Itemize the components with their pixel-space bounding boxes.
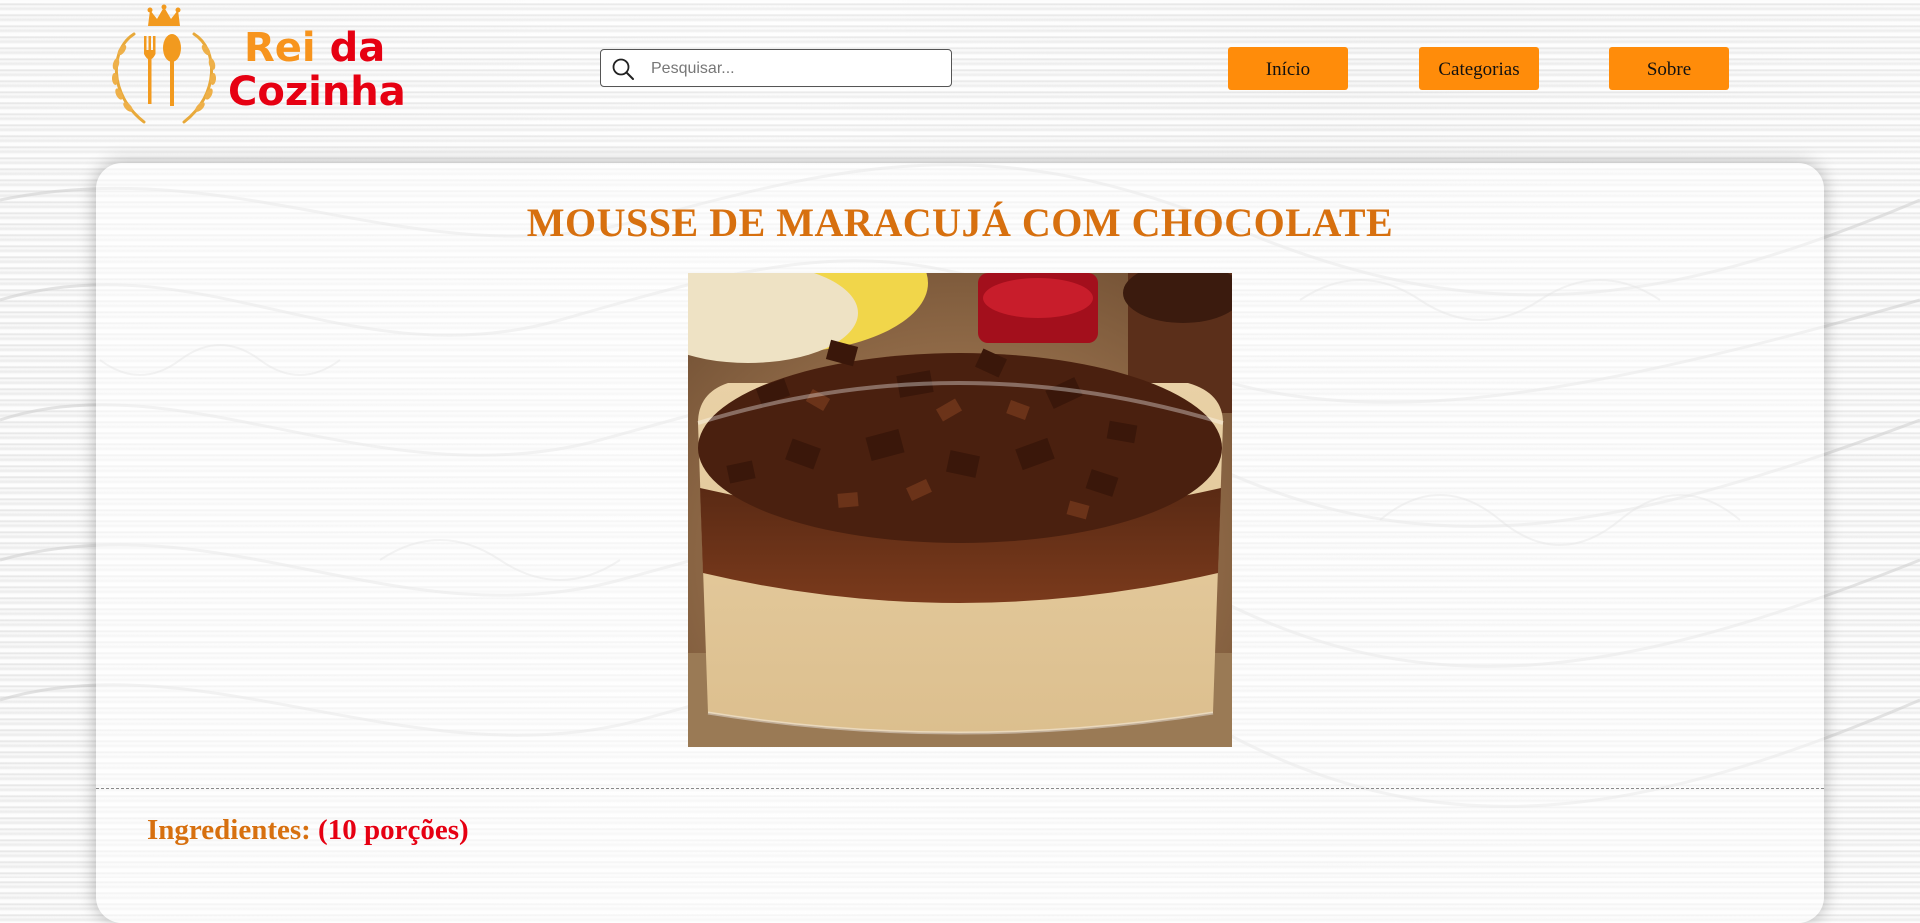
logo-word-cozinha: Cozinha [228,69,406,115]
logo-word-rei: Rei [244,25,316,71]
logo-text-top: Rei da [244,26,385,70]
mousse-dessert-image [688,273,1232,747]
recipe-card: MOUSSE DE MARACUJÁ COM CHOCOLATE Ingredi… [96,163,1824,923]
search-box[interactable] [600,49,952,87]
logo-word-da: da [329,25,386,71]
ingredients-heading: Ingredientes: (10 porções) [147,814,469,847]
section-divider [96,788,1824,789]
recipe-title: MOUSSE DE MARACUJÁ COM CHOCOLATE [526,200,1394,245]
site-header: Rei da Cozinha Início Categorias Sobre [0,0,1920,138]
recipe-photo [688,273,1232,747]
search-icon[interactable] [611,57,635,81]
ingredients-portions: (10 porções) [318,814,469,846]
nav-inicio-button[interactable]: Início [1228,47,1348,90]
nav-sobre-button[interactable]: Sobre [1609,47,1729,90]
site-logo[interactable]: Rei da Cozinha [104,4,424,130]
ingredients-label: Ingredientes: [147,814,311,846]
search-input[interactable] [649,55,943,83]
nav-categorias-button[interactable]: Categorias [1419,47,1539,90]
crown-cutlery-icon [111,4,217,124]
